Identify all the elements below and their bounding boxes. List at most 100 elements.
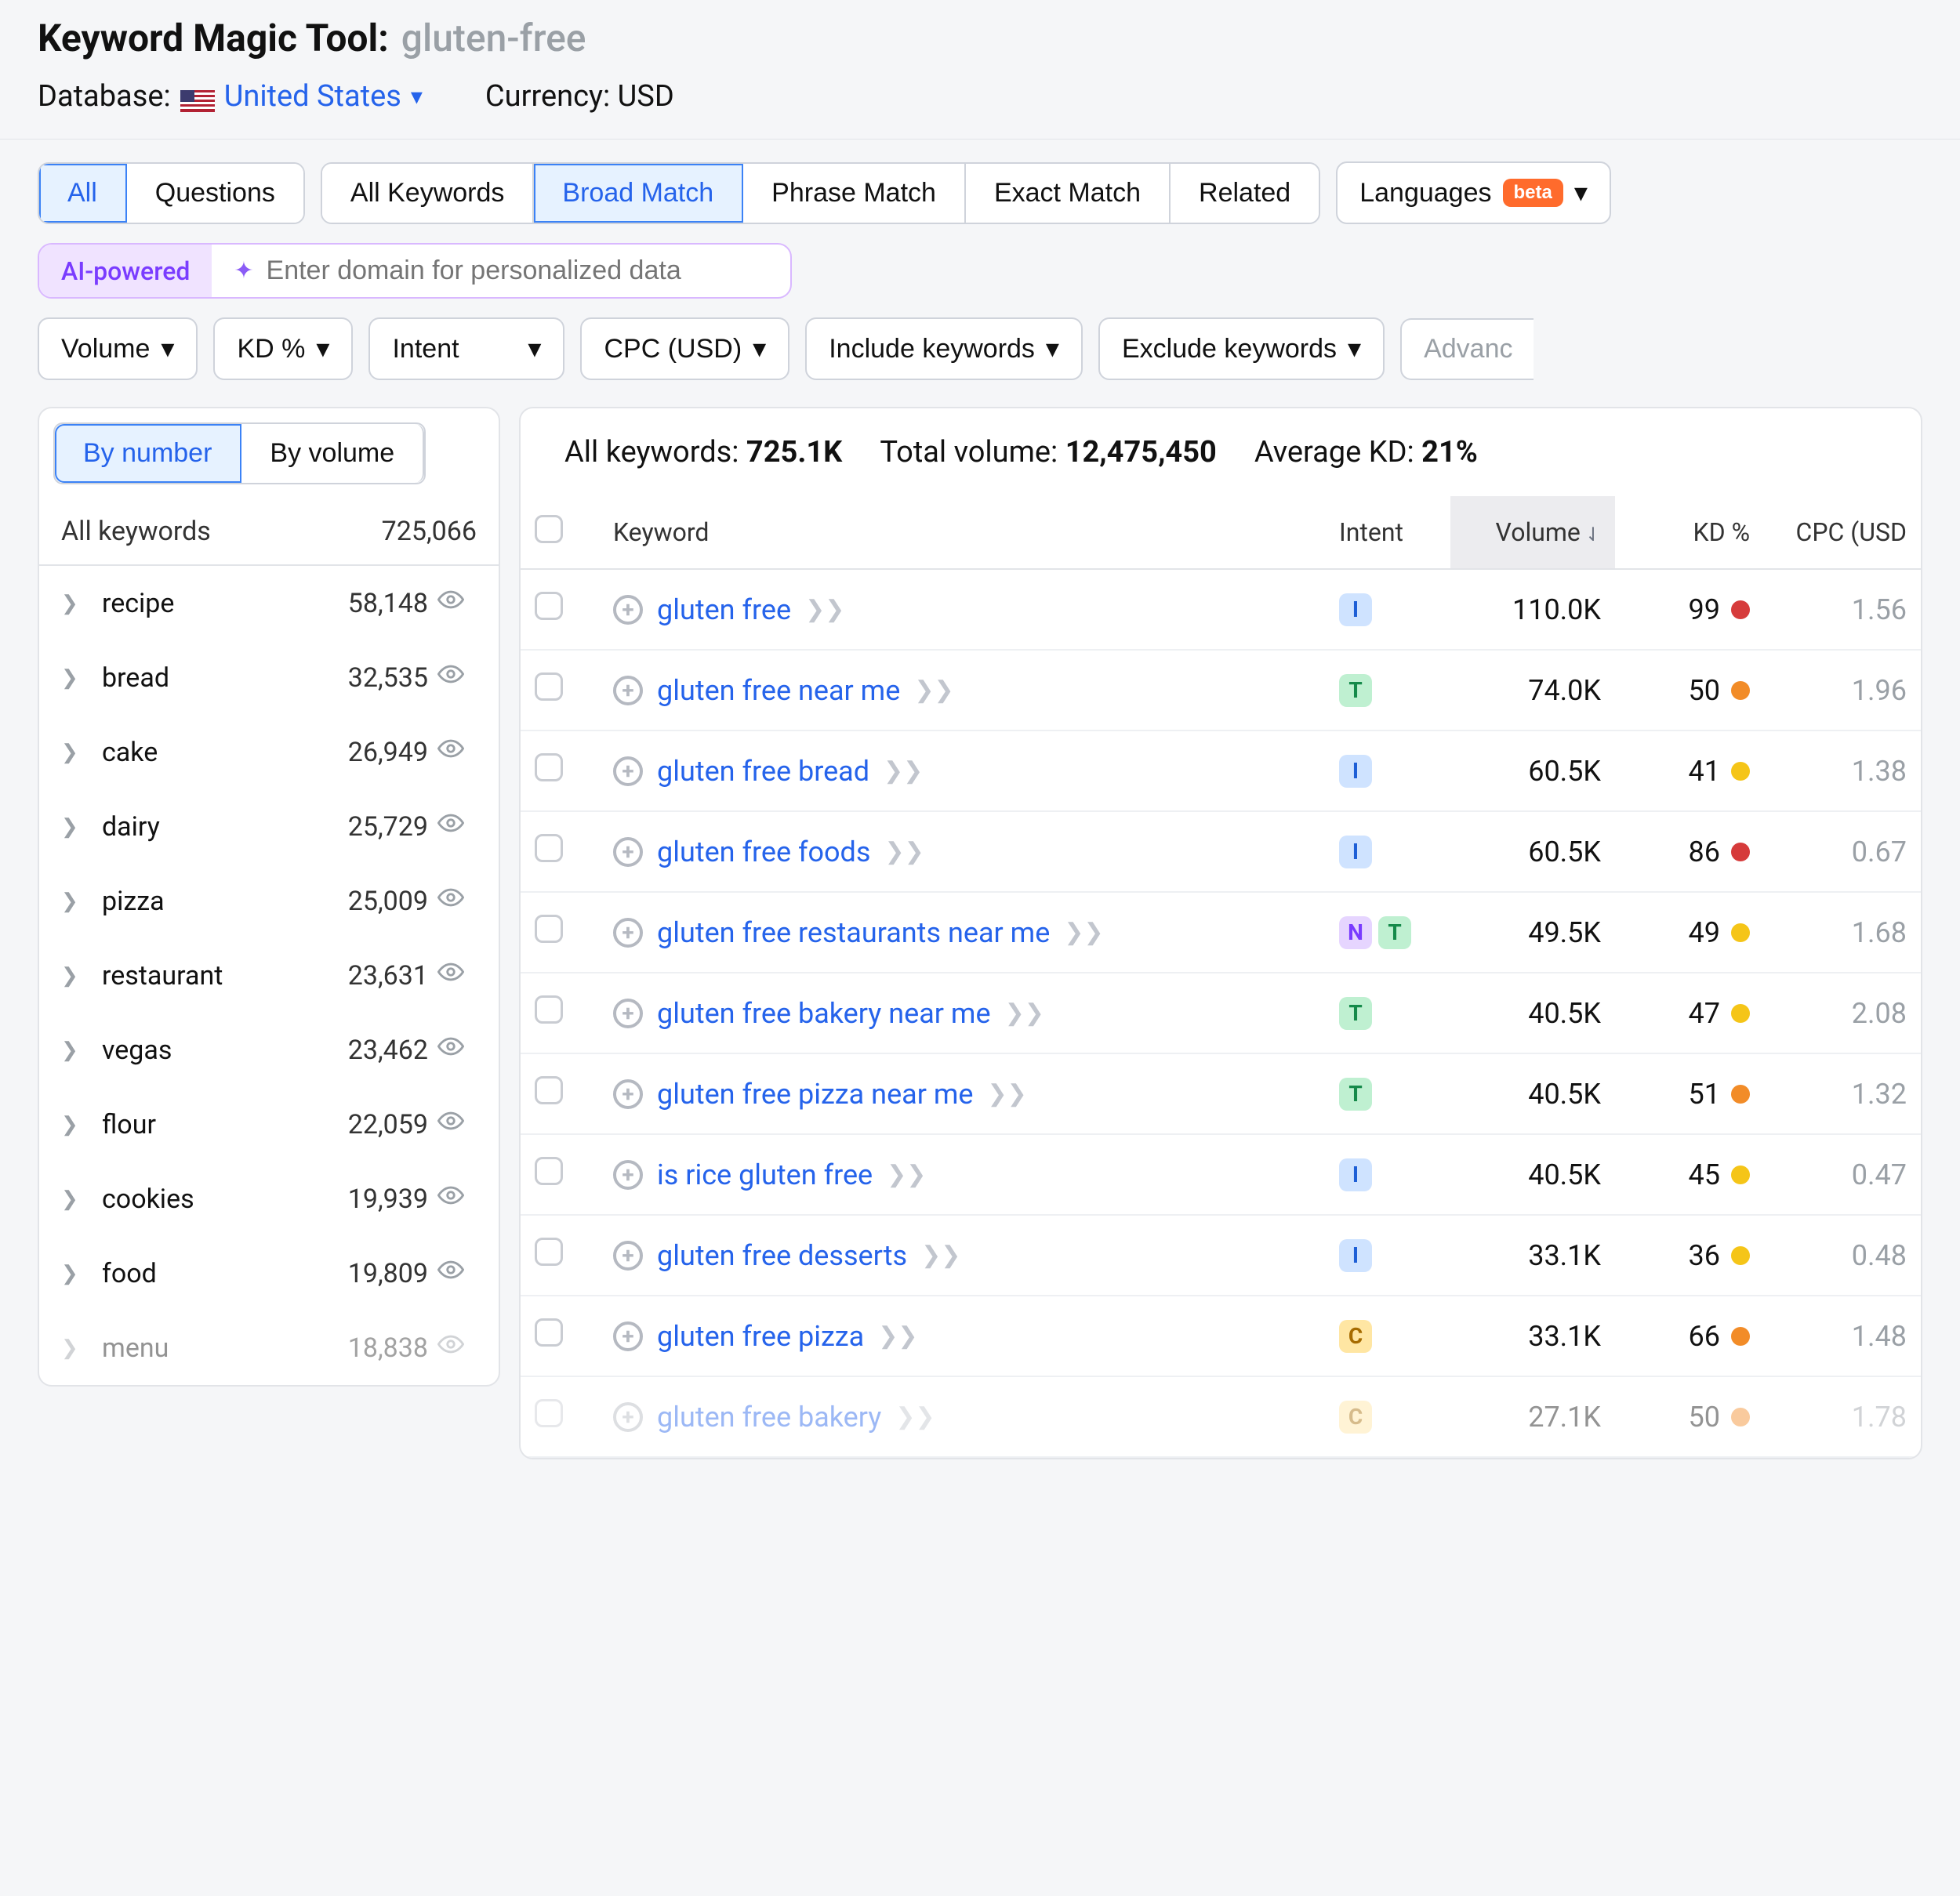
keyword-link[interactable]: is rice gluten free	[657, 1158, 873, 1191]
tab-all-keywords[interactable]: All Keywords	[322, 164, 535, 223]
sparkle-icon: ✦	[234, 257, 253, 285]
double-chevron-icon[interactable]: ❯❯	[884, 838, 924, 865]
row-checkbox[interactable]	[535, 834, 563, 862]
double-chevron-icon[interactable]: ❯❯	[914, 676, 953, 704]
table-row: + gluten free bread ❯❯ I 60.5K 41 1.38	[521, 730, 1921, 811]
cpc-value: 1.38	[1764, 730, 1921, 811]
database-selector[interactable]: Database: United States ▾	[38, 79, 423, 114]
sidebar-item[interactable]: ❯ flour 22,059	[39, 1087, 499, 1162]
keyword-link[interactable]: gluten free desserts	[657, 1239, 907, 1272]
keyword-link[interactable]: gluten free bakery	[657, 1401, 881, 1434]
eye-icon[interactable]	[437, 810, 477, 843]
col-volume[interactable]: Volume⇃	[1450, 496, 1615, 569]
keyword-link[interactable]: gluten free	[657, 593, 791, 626]
sidebar-item[interactable]: ❯ restaurant 23,631	[39, 938, 499, 1013]
sidebar-item[interactable]: ❯ recipe 58,148	[39, 566, 499, 640]
filter-advanced[interactable]: Advanc	[1400, 318, 1534, 380]
row-checkbox[interactable]	[535, 672, 563, 701]
intent-badge-c: C	[1339, 1401, 1372, 1434]
sidebar-all-keywords[interactable]: All keywords 725,066	[39, 498, 499, 566]
double-chevron-icon[interactable]: ❯❯	[805, 596, 844, 623]
tab-questions[interactable]: Questions	[127, 164, 303, 223]
eye-icon[interactable]	[437, 1033, 477, 1067]
keyword-link[interactable]: gluten free pizza	[657, 1320, 864, 1353]
sidebar-item[interactable]: ❯ menu 18,838	[39, 1311, 499, 1385]
eye-icon[interactable]	[437, 1182, 477, 1216]
tab-broad-match[interactable]: Broad Match	[534, 164, 743, 223]
sidebar-item[interactable]: ❯ pizza 25,009	[39, 864, 499, 938]
filter-kd[interactable]: KD %▾	[213, 317, 353, 380]
double-chevron-icon[interactable]: ❯❯	[1005, 999, 1044, 1027]
sidebar-item[interactable]: ❯ cookies 19,939	[39, 1162, 499, 1236]
filter-intent[interactable]: Intent▾	[368, 317, 564, 380]
domain-input[interactable]	[267, 256, 768, 286]
add-keyword-icon[interactable]: +	[613, 756, 643, 786]
row-checkbox[interactable]	[535, 1076, 563, 1104]
tab-all[interactable]: All	[39, 164, 127, 223]
col-cpc[interactable]: CPC (USD	[1764, 496, 1921, 569]
kd-cell: 51	[1629, 1078, 1750, 1111]
add-keyword-icon[interactable]: +	[613, 1160, 643, 1190]
eye-icon[interactable]	[437, 1256, 477, 1290]
row-checkbox[interactable]	[535, 592, 563, 620]
add-keyword-icon[interactable]: +	[613, 1321, 643, 1351]
sidebar-item[interactable]: ❯ bread 32,535	[39, 640, 499, 715]
row-checkbox[interactable]	[535, 1238, 563, 1266]
add-keyword-icon[interactable]: +	[613, 676, 643, 705]
add-keyword-icon[interactable]: +	[613, 999, 643, 1028]
row-checkbox[interactable]	[535, 753, 563, 781]
row-checkbox[interactable]	[535, 1399, 563, 1427]
keyword-link[interactable]: gluten free bread	[657, 755, 869, 788]
sidebar-item[interactable]: ❯ vegas 23,462	[39, 1013, 499, 1087]
col-intent[interactable]: Intent	[1325, 496, 1450, 569]
row-checkbox[interactable]	[535, 915, 563, 943]
double-chevron-icon[interactable]: ❯❯	[884, 757, 923, 785]
double-chevron-icon[interactable]: ❯❯	[988, 1080, 1027, 1108]
col-keyword[interactable]: Keyword	[599, 496, 1325, 569]
chevron-down-icon: ▾	[411, 83, 423, 111]
tab-exact-match[interactable]: Exact Match	[966, 164, 1171, 223]
eye-icon[interactable]	[437, 735, 477, 769]
sidebar-item[interactable]: ❯ cake 26,949	[39, 715, 499, 789]
eye-icon[interactable]	[437, 661, 477, 694]
sidebar-item[interactable]: ❯ dairy 25,729	[39, 789, 499, 864]
row-checkbox[interactable]	[535, 1157, 563, 1185]
eye-icon[interactable]	[437, 884, 477, 918]
eye-icon[interactable]	[437, 586, 477, 620]
intent-badge-t: T	[1339, 997, 1372, 1030]
keyword-link[interactable]: gluten free foods	[657, 836, 870, 868]
eye-icon[interactable]	[437, 1331, 477, 1365]
tab-phrase-match[interactable]: Phrase Match	[743, 164, 966, 223]
eye-icon[interactable]	[437, 959, 477, 992]
add-keyword-icon[interactable]: +	[613, 1241, 643, 1271]
double-chevron-icon[interactable]: ❯❯	[887, 1161, 926, 1188]
select-all-checkbox[interactable]	[535, 515, 563, 543]
row-checkbox[interactable]	[535, 995, 563, 1024]
double-chevron-icon[interactable]: ❯❯	[895, 1403, 935, 1430]
double-chevron-icon[interactable]: ❯❯	[1064, 919, 1103, 946]
tab-related[interactable]: Related	[1171, 164, 1319, 223]
double-chevron-icon[interactable]: ❯❯	[921, 1242, 960, 1269]
ai-domain-input-wrap: AI-powered ✦	[38, 243, 792, 299]
filter-cpc[interactable]: CPC (USD)▾	[580, 317, 789, 380]
row-checkbox[interactable]	[535, 1318, 563, 1347]
keyword-link[interactable]: gluten free pizza near me	[657, 1078, 974, 1111]
double-chevron-icon[interactable]: ❯❯	[878, 1322, 917, 1350]
add-keyword-icon[interactable]: +	[613, 837, 643, 867]
filter-volume[interactable]: Volume▾	[38, 317, 198, 380]
add-keyword-icon[interactable]: +	[613, 1402, 643, 1432]
add-keyword-icon[interactable]: +	[613, 595, 643, 625]
add-keyword-icon[interactable]: +	[613, 1079, 643, 1109]
keyword-link[interactable]: gluten free near me	[657, 674, 900, 707]
keyword-link[interactable]: gluten free bakery near me	[657, 997, 991, 1030]
col-kd[interactable]: KD %	[1615, 496, 1764, 569]
sort-by-volume[interactable]: By volume	[241, 424, 424, 483]
filter-exclude-keywords[interactable]: Exclude keywords▾	[1098, 317, 1385, 380]
eye-icon[interactable]	[437, 1108, 477, 1141]
languages-dropdown[interactable]: Languages beta ▾	[1336, 161, 1611, 224]
keyword-link[interactable]: gluten free restaurants near me	[657, 916, 1050, 949]
filter-include-keywords[interactable]: Include keywords▾	[805, 317, 1083, 380]
sidebar-item[interactable]: ❯ food 19,809	[39, 1236, 499, 1311]
sort-by-number[interactable]: By number	[55, 424, 241, 483]
add-keyword-icon[interactable]: +	[613, 918, 643, 948]
